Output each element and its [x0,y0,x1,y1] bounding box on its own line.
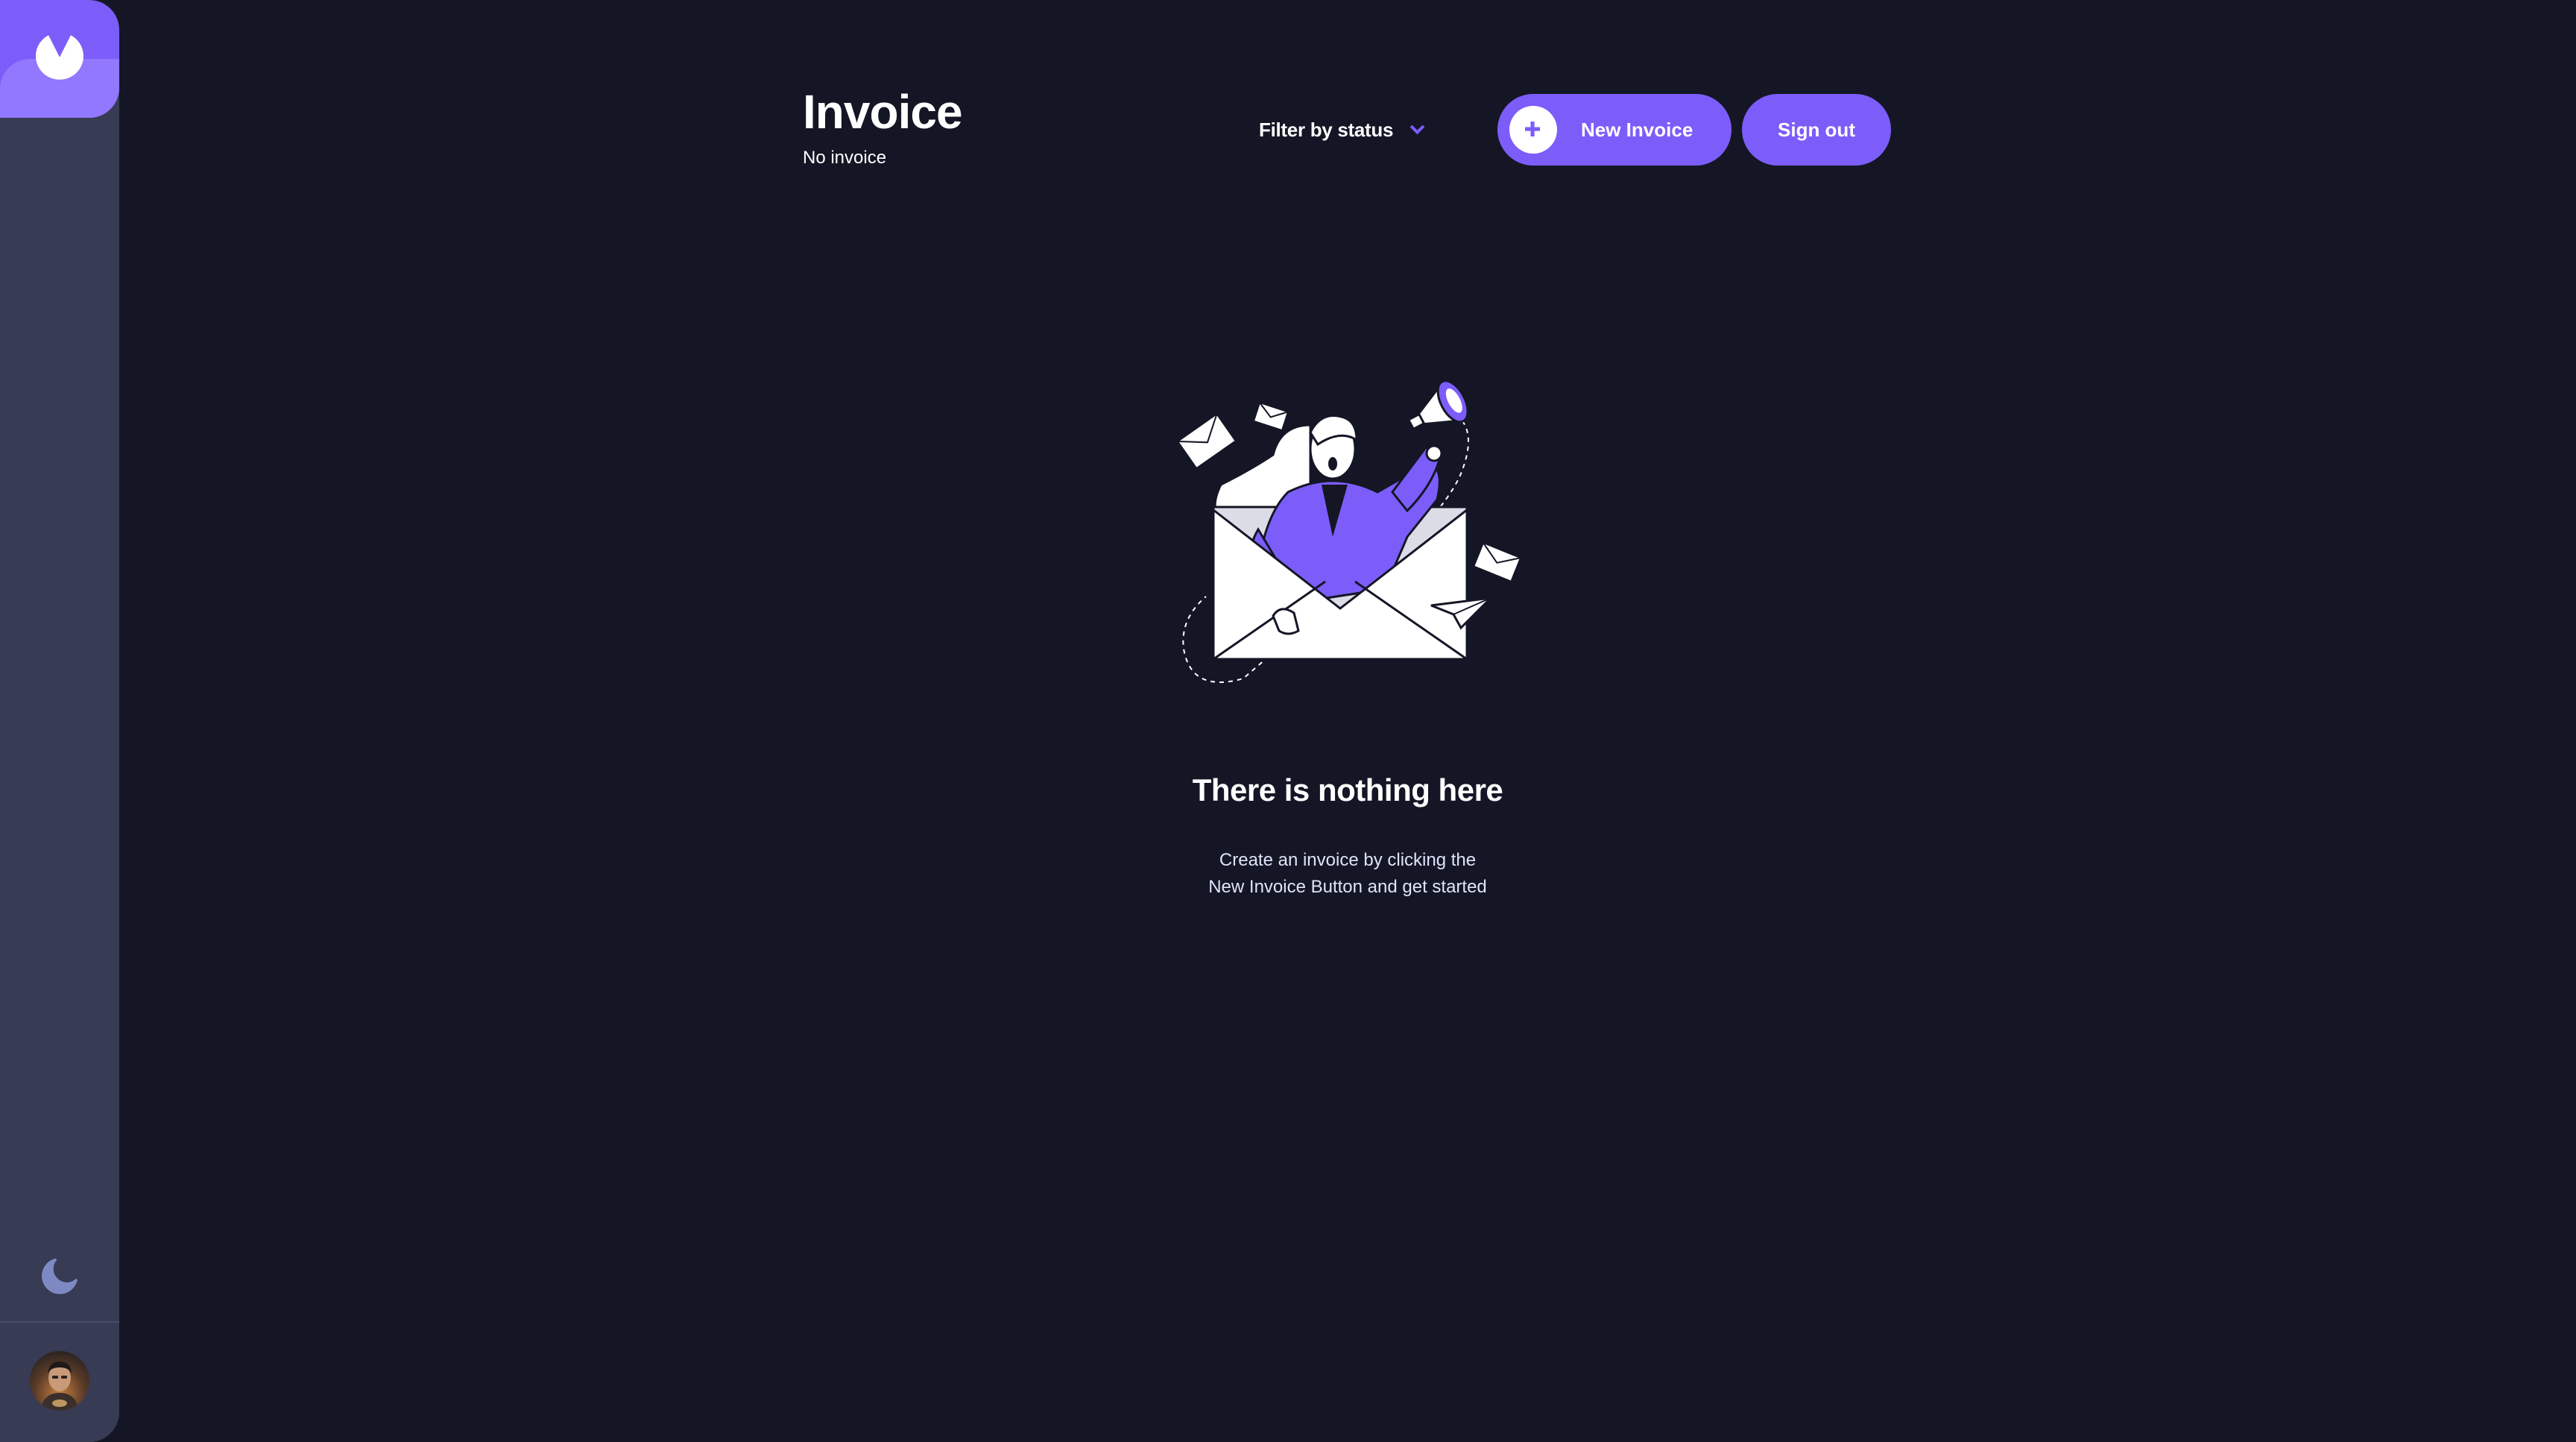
filter-by-status-dropdown[interactable]: Filter by status [1259,115,1426,145]
chevron-down-icon [1409,125,1425,135]
sidebar [0,0,119,1442]
filter-label: Filter by status [1259,118,1394,141]
theme-toggle-button[interactable] [42,1258,78,1294]
new-invoice-button[interactable]: New Invoice [1497,94,1731,166]
sidebar-divider [0,1321,119,1323]
empty-state-description-line1: Create an invoice by clicking the [1219,850,1477,870]
plus-icon [1525,122,1541,137]
user-avatar[interactable] [30,1351,89,1411]
empty-state-description: Create an invoice by clicking the New In… [1012,847,1683,901]
app-logo[interactable] [0,0,119,118]
empty-state-description-line2: New Invoice Button and get started [1208,877,1487,897]
avatar-image [30,1351,89,1411]
new-invoice-label: New Invoice [1581,118,1693,141]
empty-state-title: There is nothing here [1192,772,1503,807]
plus-circle [1509,106,1557,154]
page-title: Invoice [803,85,963,139]
sign-out-button[interactable]: Sign out [1742,94,1891,166]
invoice-count: No invoice [803,148,887,168]
moon-icon [42,1258,78,1294]
app-logo-icon [36,35,83,80]
page-header: Invoice No invoice Filter by status New … [803,88,1891,177]
empty-mail-illustration [1161,380,1534,693]
